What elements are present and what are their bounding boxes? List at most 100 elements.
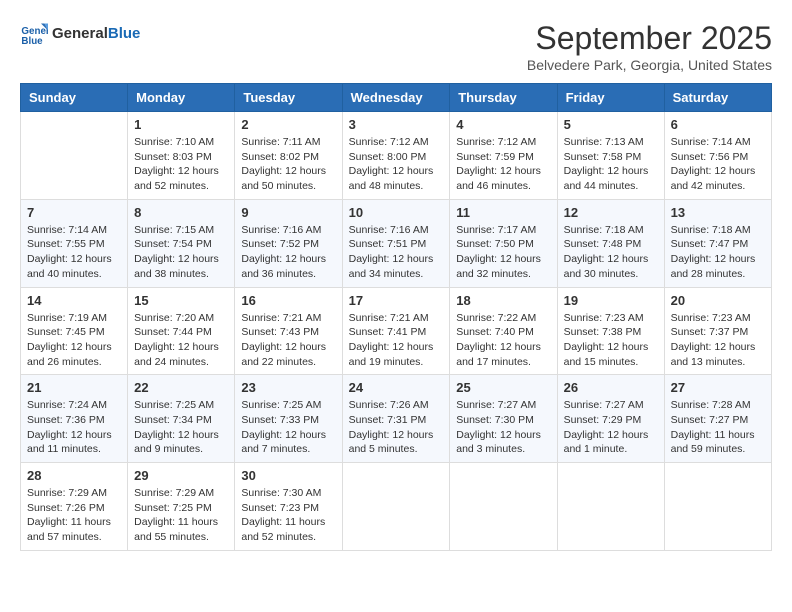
calendar-cell	[664, 463, 771, 551]
calendar-cell: 24 Sunrise: 7:26 AM Sunset: 7:31 PM Dayli…	[342, 375, 450, 463]
cell-info: Sunrise: 7:21 AM Sunset: 7:41 PM Dayligh…	[349, 311, 444, 370]
day-number: 11	[456, 205, 550, 220]
svg-text:Blue: Blue	[21, 36, 43, 47]
calendar-cell: 25 Sunrise: 7:27 AM Sunset: 7:30 PM Dayli…	[450, 375, 557, 463]
calendar-cell: 20 Sunrise: 7:23 AM Sunset: 7:37 PM Dayli…	[664, 287, 771, 375]
calendar-cell	[21, 112, 128, 200]
cell-info: Sunrise: 7:28 AM Sunset: 7:27 PM Dayligh…	[671, 398, 765, 457]
calendar-cell: 2 Sunrise: 7:11 AM Sunset: 8:02 PM Daylig…	[235, 112, 342, 200]
logo-general: General	[52, 25, 108, 42]
cell-info: Sunrise: 7:26 AM Sunset: 7:31 PM Dayligh…	[349, 398, 444, 457]
calendar-cell: 9 Sunrise: 7:16 AM Sunset: 7:52 PM Daylig…	[235, 199, 342, 287]
calendar-cell: 28 Sunrise: 7:29 AM Sunset: 7:26 PM Dayli…	[21, 463, 128, 551]
calendar-cell: 15 Sunrise: 7:20 AM Sunset: 7:44 PM Dayli…	[128, 287, 235, 375]
day-number: 29	[134, 468, 228, 483]
calendar-cell: 18Sunrise: 7:22 AM Sunset: 7:40 PM Dayli…	[450, 287, 557, 375]
day-number: 25	[456, 380, 550, 395]
calendar-cell	[557, 463, 664, 551]
cell-info: Sunrise: 7:25 AM Sunset: 7:34 PM Dayligh…	[134, 398, 228, 457]
day-number: 23	[241, 380, 335, 395]
day-number: 16	[241, 293, 335, 308]
calendar-header-wednesday: Wednesday	[342, 84, 450, 112]
calendar-week-1: 1 Sunrise: 7:10 AM Sunset: 8:03 PM Daylig…	[21, 112, 772, 200]
day-number: 7	[27, 205, 121, 220]
day-number: 13	[671, 205, 765, 220]
cell-info: Sunrise: 7:13 AM Sunset: 7:58 PM Dayligh…	[564, 135, 658, 194]
cell-info: Sunrise: 7:21 AM Sunset: 7:43 PM Dayligh…	[241, 311, 335, 370]
logo-blue: Blue	[108, 25, 141, 42]
calendar-header-row: SundayMondayTuesdayWednesdayThursdayFrid…	[21, 84, 772, 112]
day-number: 2	[241, 117, 335, 132]
calendar-cell: 4 Sunrise: 7:12 AM Sunset: 7:59 PM Daylig…	[450, 112, 557, 200]
calendar-cell	[450, 463, 557, 551]
day-number: 15	[134, 293, 228, 308]
cell-info: Sunrise: 7:25 AM Sunset: 7:33 PM Dayligh…	[241, 398, 335, 457]
calendar-cell: 6Sunrise: 7:14 AM Sunset: 7:56 PM Daylig…	[664, 112, 771, 200]
day-number: 10	[349, 205, 444, 220]
cell-info: Sunrise: 7:16 AM Sunset: 7:51 PM Dayligh…	[349, 223, 444, 282]
day-number: 9	[241, 205, 335, 220]
cell-info: Sunrise: 7:11 AM Sunset: 8:02 PM Dayligh…	[241, 135, 335, 194]
day-number: 26	[564, 380, 658, 395]
calendar-cell: 26 Sunrise: 7:27 AM Sunset: 7:29 PM Dayli…	[557, 375, 664, 463]
day-number: 18	[456, 293, 550, 308]
day-number: 12	[564, 205, 658, 220]
cell-info: Sunrise: 7:15 AM Sunset: 7:54 PM Dayligh…	[134, 223, 228, 282]
cell-info: Sunrise: 7:20 AM Sunset: 7:44 PM Dayligh…	[134, 311, 228, 370]
calendar-header-thursday: Thursday	[450, 84, 557, 112]
day-number: 20	[671, 293, 765, 308]
calendar-table: SundayMondayTuesdayWednesdayThursdayFrid…	[20, 83, 772, 551]
calendar-cell: 1 Sunrise: 7:10 AM Sunset: 8:03 PM Daylig…	[128, 112, 235, 200]
day-number: 8	[134, 205, 228, 220]
location: Belvedere Park, Georgia, United States	[527, 57, 772, 73]
cell-info: Sunrise: 7:14 AM Sunset: 7:56 PM Dayligh…	[671, 135, 765, 194]
day-number: 3	[349, 117, 444, 132]
month-title: September 2025	[527, 20, 772, 57]
day-number: 28	[27, 468, 121, 483]
cell-info: Sunrise: 7:18 AM Sunset: 7:47 PM Dayligh…	[671, 223, 765, 282]
calendar-header-sunday: Sunday	[21, 84, 128, 112]
calendar-header-saturday: Saturday	[664, 84, 771, 112]
calendar-cell: 7Sunrise: 7:14 AM Sunset: 7:55 PM Daylig…	[21, 199, 128, 287]
calendar-cell: 19Sunrise: 7:23 AM Sunset: 7:38 PM Dayli…	[557, 287, 664, 375]
calendar-cell: 16 Sunrise: 7:21 AM Sunset: 7:43 PM Dayli…	[235, 287, 342, 375]
calendar-cell	[342, 463, 450, 551]
cell-info: Sunrise: 7:17 AM Sunset: 7:50 PM Dayligh…	[456, 223, 550, 282]
calendar-cell: 17 Sunrise: 7:21 AM Sunset: 7:41 PM Dayli…	[342, 287, 450, 375]
calendar-cell: 22Sunrise: 7:25 AM Sunset: 7:34 PM Dayli…	[128, 375, 235, 463]
cell-info: Sunrise: 7:23 AM Sunset: 7:38 PM Dayligh…	[564, 311, 658, 370]
calendar-header-monday: Monday	[128, 84, 235, 112]
calendar-week-4: 21 Sunrise: 7:24 AM Sunset: 7:36 PM Dayli…	[21, 375, 772, 463]
day-number: 24	[349, 380, 444, 395]
calendar-week-3: 14Sunrise: 7:19 AM Sunset: 7:45 PM Dayli…	[21, 287, 772, 375]
calendar-cell: 29Sunrise: 7:29 AM Sunset: 7:25 PM Dayli…	[128, 463, 235, 551]
calendar-cell: 13 Sunrise: 7:18 AM Sunset: 7:47 PM Dayli…	[664, 199, 771, 287]
cell-info: Sunrise: 7:30 AM Sunset: 7:23 PM Dayligh…	[241, 486, 335, 545]
calendar-cell: 27 Sunrise: 7:28 AM Sunset: 7:27 PM Dayli…	[664, 375, 771, 463]
day-number: 4	[456, 117, 550, 132]
cell-info: Sunrise: 7:27 AM Sunset: 7:29 PM Dayligh…	[564, 398, 658, 457]
calendar-cell: 10 Sunrise: 7:16 AM Sunset: 7:51 PM Dayli…	[342, 199, 450, 287]
title-block: September 2025 Belvedere Park, Georgia, …	[527, 20, 772, 73]
cell-info: Sunrise: 7:10 AM Sunset: 8:03 PM Dayligh…	[134, 135, 228, 194]
cell-info: Sunrise: 7:27 AM Sunset: 7:30 PM Dayligh…	[456, 398, 550, 457]
cell-info: Sunrise: 7:23 AM Sunset: 7:37 PM Dayligh…	[671, 311, 765, 370]
calendar-week-5: 28 Sunrise: 7:29 AM Sunset: 7:26 PM Dayli…	[21, 463, 772, 551]
logo-icon: General Blue	[20, 20, 48, 48]
calendar-cell: 5 Sunrise: 7:13 AM Sunset: 7:58 PM Daylig…	[557, 112, 664, 200]
day-number: 27	[671, 380, 765, 395]
calendar-cell: 11 Sunrise: 7:17 AM Sunset: 7:50 PM Dayli…	[450, 199, 557, 287]
calendar-cell: 30Sunrise: 7:30 AM Sunset: 7:23 PM Dayli…	[235, 463, 342, 551]
page-header: General Blue GeneralBlue September 2025 …	[20, 20, 772, 73]
cell-info: Sunrise: 7:24 AM Sunset: 7:36 PM Dayligh…	[27, 398, 121, 457]
calendar-cell: 12Sunrise: 7:18 AM Sunset: 7:48 PM Dayli…	[557, 199, 664, 287]
cell-info: Sunrise: 7:29 AM Sunset: 7:26 PM Dayligh…	[27, 486, 121, 545]
day-number: 5	[564, 117, 658, 132]
day-number: 1	[134, 117, 228, 132]
cell-info: Sunrise: 7:12 AM Sunset: 7:59 PM Dayligh…	[456, 135, 550, 194]
day-number: 17	[349, 293, 444, 308]
day-number: 14	[27, 293, 121, 308]
day-number: 21	[27, 380, 121, 395]
cell-info: Sunrise: 7:16 AM Sunset: 7:52 PM Dayligh…	[241, 223, 335, 282]
calendar-header-tuesday: Tuesday	[235, 84, 342, 112]
